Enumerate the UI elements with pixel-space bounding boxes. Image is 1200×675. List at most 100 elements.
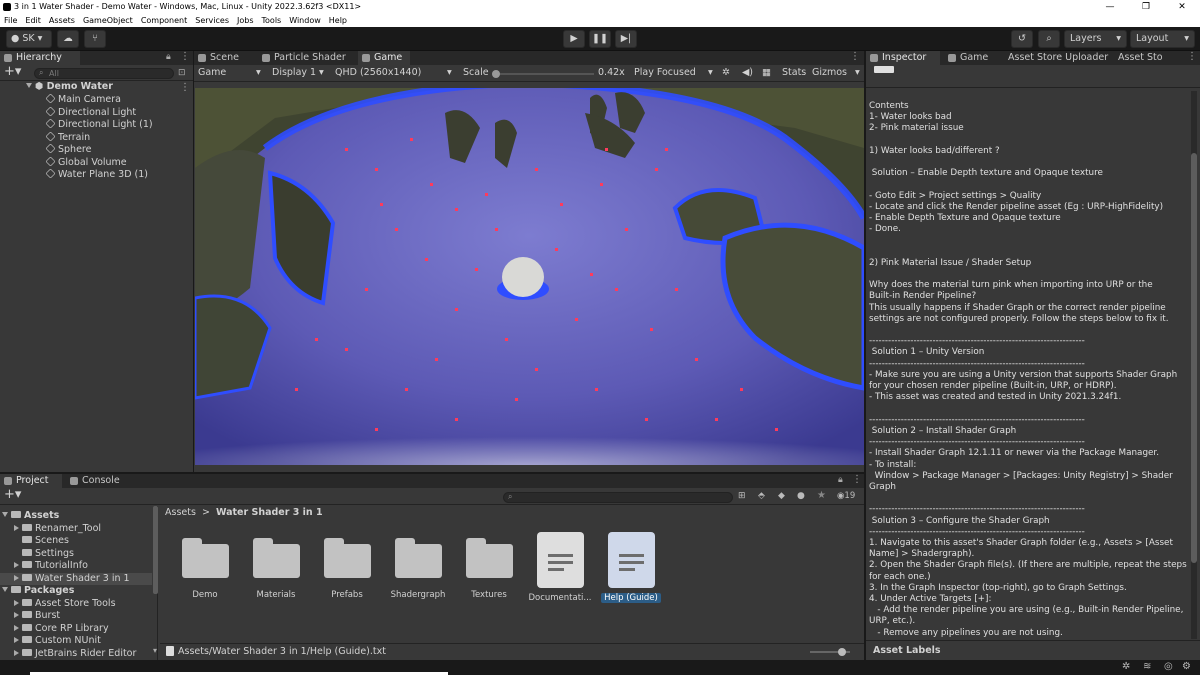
hierarchy-item[interactable]: Directional Light	[45, 105, 136, 120]
inspector-scrollbar-thumb[interactable]	[1191, 153, 1197, 563]
hidden-packages-icon[interactable]: ◉19	[837, 491, 855, 501]
tree-item[interactable]: Burst	[14, 610, 60, 623]
tab-console[interactable]: Console	[66, 474, 128, 488]
tab-asset-store-uploader[interactable]: Asset Store Uploader	[992, 51, 1110, 65]
more-icon[interactable]: ⋮	[1187, 51, 1197, 62]
version-control-button[interactable]: ⑂	[84, 30, 106, 48]
favorite-star-icon[interactable]: ★	[817, 490, 826, 501]
tab-inspector[interactable]: Inspector	[866, 51, 940, 65]
undo-history-button[interactable]: ↺	[1011, 30, 1033, 48]
tab-asset-store[interactable]: Asset Sto	[1102, 51, 1182, 65]
inspector-scrollbar[interactable]	[1191, 91, 1197, 639]
menu-help[interactable]: Help	[329, 14, 347, 27]
hierarchy-item[interactable]: Global Volume	[45, 155, 127, 170]
scene-root[interactable]: ⬢ Demo Water	[26, 81, 113, 94]
menu-component[interactable]: Component	[141, 14, 187, 27]
scene-more-icon[interactable]: ⋮	[180, 82, 190, 93]
search-by-type-icon[interactable]: ⊞	[738, 491, 746, 501]
tab-scene[interactable]: Scene	[194, 51, 256, 65]
hierarchy-search[interactable]: ⌕ All	[34, 68, 174, 79]
breadcrumb-root[interactable]: Assets	[165, 507, 196, 518]
minimize-button[interactable]: —	[1092, 0, 1128, 14]
menu-services[interactable]: Services	[195, 14, 229, 27]
menu-tools[interactable]: Tools	[262, 14, 282, 27]
menu-gameobject[interactable]: GameObject	[83, 14, 133, 27]
menu-window[interactable]: Window	[289, 14, 321, 27]
scale-slider[interactable]	[492, 70, 594, 78]
tree-item[interactable]: Asset Store Tools	[14, 598, 116, 611]
tree-scrollbar-thumb[interactable]	[153, 506, 158, 594]
stats-button[interactable]: Stats	[782, 66, 806, 80]
layers-dropdown[interactable]: Layers ▾	[1064, 30, 1127, 48]
gizmos-button[interactable]: Gizmos	[812, 66, 847, 80]
tree-item[interactable]: JetBrains Rider Editor	[14, 648, 136, 661]
breadcrumb-current[interactable]: Water Shader 3 in 1	[216, 507, 323, 518]
hierarchy-item[interactable]: Terrain	[45, 130, 90, 145]
search-button[interactable]: ⌕	[1038, 30, 1060, 48]
account-dropdown[interactable]: ● SK ▾	[6, 30, 52, 48]
mute-audio-icon[interactable]: ◀)	[742, 66, 753, 80]
step-button[interactable]: ▶|	[615, 30, 637, 48]
create-icon[interactable]: +▾	[4, 487, 21, 502]
hierarchy-item[interactable]: Water Plane 3D (1)	[45, 168, 148, 182]
scale-slider-handle[interactable]	[492, 70, 500, 78]
project-search[interactable]: ⌕	[503, 492, 733, 503]
more-icon[interactable]: ⋮	[852, 474, 862, 485]
asset-labels-bar[interactable]: Asset Labels	[866, 640, 1200, 660]
asset-file[interactable]: Documentati...	[527, 532, 593, 603]
lock-icon[interactable]: 🔒︎	[838, 475, 843, 485]
cloud-button[interactable]: ☁	[57, 30, 79, 48]
tab-particle-shader[interactable]: Particle Shader	[258, 51, 354, 65]
icon-size-slider-handle[interactable]	[838, 648, 846, 656]
resolution-dropdown[interactable]: QHD (2560x1440)	[335, 66, 421, 80]
tree-item[interactable]: Custom NUnit	[14, 635, 101, 648]
progress-icon[interactable]: ⚙	[1182, 661, 1191, 672]
asset-folder[interactable]: Shadergraph	[385, 538, 451, 600]
tab-hierarchy[interactable]: Hierarchy	[0, 51, 80, 65]
tree-packages-root[interactable]: Packages	[2, 585, 74, 598]
tree-item-selected[interactable]: Water Shader 3 in 1	[0, 572, 152, 585]
close-button[interactable]: ✕	[1164, 0, 1200, 14]
tree-item[interactable]: Scenes	[22, 535, 69, 548]
asset-folder[interactable]: Prefabs	[314, 538, 380, 600]
asset-folder[interactable]: Textures	[456, 538, 522, 600]
icon-size-slider[interactable]	[810, 648, 850, 656]
tree-item[interactable]: TutorialInfo	[14, 560, 88, 573]
layout-dropdown[interactable]: Layout ▾	[1130, 30, 1195, 48]
stack-icon[interactable]: ≋	[1143, 661, 1151, 672]
maximize-button[interactable]: ❐	[1128, 0, 1164, 14]
label-icon[interactable]: ◆	[778, 491, 785, 501]
play-focused-dropdown[interactable]: Play Focused	[634, 66, 696, 80]
lock-icon[interactable]: 🔒︎	[166, 52, 171, 62]
pause-button[interactable]: ❚❚	[589, 30, 611, 48]
menu-file[interactable]: File	[4, 14, 17, 27]
tree-assets-root[interactable]: Assets	[2, 510, 59, 523]
cache-server-icon[interactable]: ◎	[1164, 661, 1173, 672]
tab-project[interactable]: Project	[0, 474, 62, 488]
add-icon[interactable]: +▾	[4, 64, 21, 79]
menu-edit[interactable]: Edit	[25, 14, 41, 27]
tab-game[interactable]: Game	[358, 51, 410, 65]
more-icon[interactable]: ⋮	[180, 51, 190, 62]
display-dropdown[interactable]: Display 1	[272, 66, 316, 80]
chevron-down-icon[interactable]: ▾	[153, 646, 157, 655]
hierarchy-item[interactable]: Directional Light (1)	[45, 118, 153, 132]
bug-icon[interactable]: ✲	[722, 66, 730, 80]
tree-item[interactable]: Settings	[22, 548, 74, 561]
menu-jobs[interactable]: Jobs	[237, 14, 254, 27]
asset-file-selected[interactable]: Help (Guide)	[598, 532, 664, 603]
filter-type-icon[interactable]: ⬘	[758, 491, 765, 501]
play-button[interactable]: ▶	[563, 30, 585, 48]
asset-folder[interactable]: Demo	[172, 538, 238, 600]
shortcuts-icon[interactable]: ▦	[762, 66, 771, 80]
more-icon[interactable]: ⋮	[850, 51, 860, 62]
warning-icon[interactable]: ●	[797, 491, 805, 501]
hierarchy-item[interactable]: Main Camera	[45, 93, 121, 107]
menu-assets[interactable]: Assets	[49, 14, 75, 27]
filter-icon[interactable]: ⊡	[178, 68, 186, 78]
tree-item[interactable]: Renamer_Tool	[14, 523, 101, 536]
asset-folder[interactable]: Materials	[243, 538, 309, 600]
debug-icon[interactable]: ✲	[1122, 661, 1130, 672]
hierarchy-item[interactable]: Sphere	[45, 143, 91, 157]
game-view-dropdown[interactable]: Game	[198, 66, 226, 80]
